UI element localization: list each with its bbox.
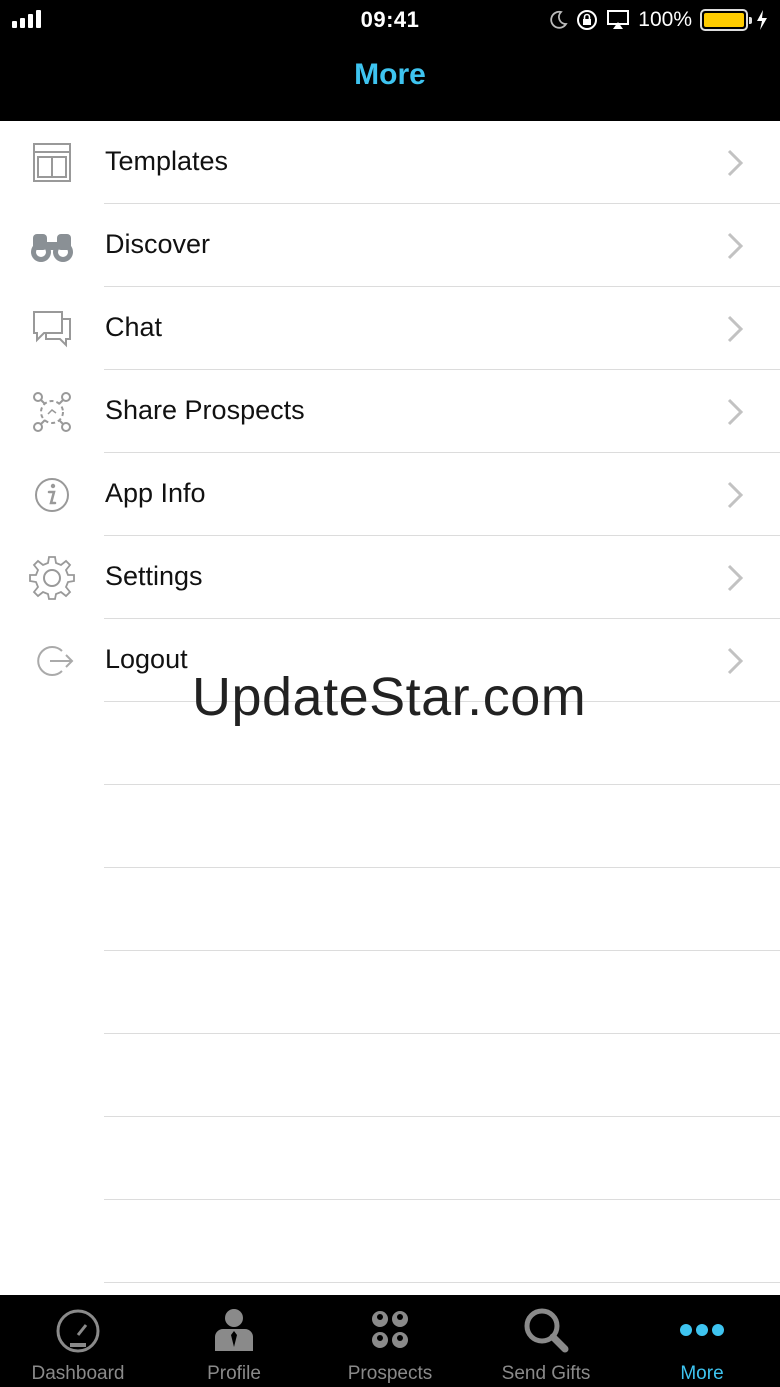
menu-item-label: Settings — [105, 561, 203, 591]
chevron-right-icon — [727, 564, 744, 592]
airplay-icon — [607, 10, 630, 29]
status-bar: 09:41 100% — [0, 0, 780, 40]
menu-item-chat[interactable]: Chat — [0, 287, 780, 370]
chevron-right-icon — [727, 481, 744, 509]
chat-bubbles-icon — [33, 311, 71, 348]
empty-row — [0, 1034, 780, 1117]
menu-item-label: Share Prospects — [105, 395, 305, 425]
tab-bar: Dashboard Profile Prospects Send Gifts M… — [0, 1295, 780, 1387]
templates-icon — [33, 143, 71, 182]
empty-row — [0, 951, 780, 1034]
menu-item-label: Templates — [105, 146, 229, 176]
tab-profile[interactable]: Profile — [156, 1295, 312, 1387]
tab-label: Profile — [207, 1363, 261, 1384]
rotation-lock-icon — [577, 10, 598, 30]
battery-icon — [700, 9, 752, 31]
gear-icon — [29, 556, 75, 600]
share-network-icon — [33, 392, 71, 432]
tab-more[interactable]: More — [624, 1295, 780, 1387]
watermark: UpdateStar.com — [192, 667, 587, 727]
tab-prospects[interactable]: Prospects — [312, 1295, 468, 1387]
menu-item-app-info[interactable]: App Info — [0, 453, 780, 536]
more-dots-icon — [680, 1324, 724, 1336]
binoculars-icon — [31, 234, 73, 262]
moon-icon — [550, 10, 568, 29]
page-title: More — [354, 58, 426, 91]
chevron-right-icon — [727, 232, 744, 260]
tab-label: Send Gifts — [501, 1363, 591, 1384]
logout-icon — [37, 646, 74, 676]
speedometer-icon — [56, 1309, 100, 1353]
menu-item-settings[interactable]: Settings — [0, 536, 780, 619]
empty-row — [0, 868, 780, 951]
menu-item-discover[interactable]: Discover — [0, 204, 780, 287]
battery-percent: 100% — [638, 8, 692, 31]
empty-row — [0, 785, 780, 868]
menu-item-label: Chat — [105, 312, 163, 342]
search-icon — [524, 1308, 569, 1353]
tab-label: Dashboard — [31, 1363, 125, 1384]
chevron-right-icon — [727, 315, 744, 343]
menu-item-label: Logout — [105, 644, 188, 674]
menu-item-label: App Info — [105, 478, 206, 508]
charging-icon — [757, 10, 767, 30]
chevron-right-icon — [727, 149, 744, 177]
header: 09:41 100% More — [0, 0, 780, 121]
menu-item-label: Discover — [105, 229, 211, 259]
info-icon — [35, 478, 69, 512]
empty-row — [0, 1117, 780, 1200]
tab-label: More — [680, 1363, 724, 1384]
chevron-right-icon — [727, 398, 744, 426]
empty-row — [0, 1200, 780, 1283]
tab-dashboard[interactable]: Dashboard — [0, 1295, 156, 1387]
person-icon — [215, 1309, 253, 1351]
menu-item-templates[interactable]: Templates — [0, 121, 780, 204]
chevron-right-icon — [727, 647, 744, 675]
people-icon — [372, 1311, 408, 1348]
tab-label: Prospects — [347, 1363, 433, 1384]
menu-item-share-prospects[interactable]: Share Prospects — [0, 370, 780, 453]
tab-send-gifts[interactable]: Send Gifts — [468, 1295, 624, 1387]
